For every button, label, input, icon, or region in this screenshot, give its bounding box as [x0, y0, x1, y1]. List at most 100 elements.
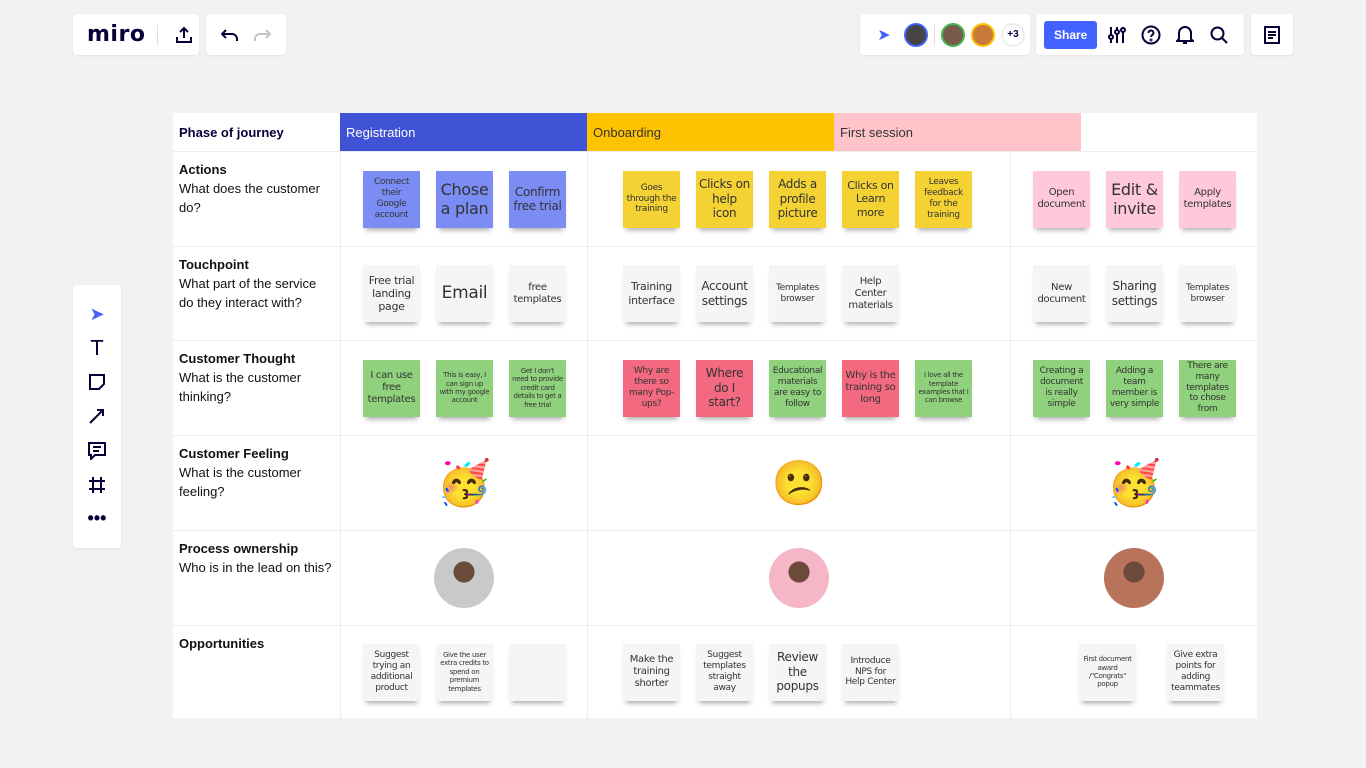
sticky-note[interactable]: Edit & invite [1106, 170, 1163, 228]
arrow-line-icon[interactable] [83, 402, 111, 430]
sticky-note[interactable]: Templates browser [1179, 265, 1236, 322]
sticky-note[interactable]: free templates [509, 265, 566, 322]
sticky-note[interactable]: Where do I start? [696, 359, 753, 417]
emoji-partying-icon: 🥳 [1106, 459, 1162, 508]
more-tools-icon[interactable]: ••• [83, 505, 111, 533]
sticky-note[interactable]: Sharing settings [1106, 265, 1163, 322]
sticky-note[interactable]: Open document [1033, 170, 1090, 228]
journey-row: Customer Thought What is the customer thi… [173, 340, 1257, 435]
phase-header-registration[interactable]: Registration [340, 113, 587, 151]
comment-icon[interactable] [83, 437, 111, 465]
help-icon[interactable] [1137, 21, 1165, 49]
cursor-follow-icon[interactable]: ➤ [870, 21, 898, 49]
sticky-note[interactable]: Adds a profile picture [769, 170, 826, 228]
share-button[interactable]: Share [1044, 20, 1098, 49]
collaborators-bar: ➤ +3 [860, 14, 1030, 55]
phase-cell: 😕 [587, 436, 1010, 530]
phase-cell: Suggest trying an additional product Give… [340, 626, 587, 718]
sticky-note[interactable]: I can use free templates [363, 359, 420, 417]
sticky-note[interactable]: Clicks on Learn more [842, 170, 899, 228]
journey-row: Touchpoint What part of the service do th… [173, 246, 1257, 340]
sticky-note[interactable]: This is easy, I can sign up with my goog… [436, 359, 493, 417]
top-left-toolbar: miro [73, 14, 199, 55]
notifications-bell-icon[interactable] [1171, 21, 1199, 49]
journey-row: Process ownership Who is in the lead on t… [173, 530, 1257, 625]
sticky-note[interactable]: Training interface [623, 265, 680, 322]
sticky-note[interactable]: Free trial landing page [363, 265, 420, 322]
sticky-note[interactable]: Suggest templates straight away [696, 643, 753, 701]
phase-cell: I can use free templates This is easy, I … [340, 341, 587, 435]
customer-journey-board[interactable]: Phase of journey Registration Onboarding Fi… [173, 113, 1257, 718]
sticky-note[interactable]: Suggest trying an additional product [363, 643, 420, 701]
sticky-note[interactable]: Templates browser [769, 265, 826, 322]
owner-avatar[interactable] [769, 548, 829, 608]
notes-panel-toolbar [1251, 14, 1293, 55]
sticky-note[interactable]: Educational materials are easy to follow [769, 359, 826, 417]
sticky-note[interactable]: Review the popups [769, 643, 826, 701]
row-subtitle: What is the customer thinking? [179, 370, 302, 404]
export-icon[interactable] [170, 21, 198, 49]
phase-cell: 🥳 [340, 436, 587, 530]
sticky-note[interactable]: Chose a plan [436, 170, 493, 228]
sticky-note[interactable]: Adding a team member is very simple [1106, 359, 1163, 417]
sticky-note[interactable]: Introduce NPS for Help Center [842, 643, 899, 701]
row-subtitle: What is the customer feeling? [179, 465, 302, 499]
sticky-note[interactable]: Why are there so many Pop-ups? [623, 359, 680, 417]
redo-icon[interactable] [248, 21, 276, 49]
sticky-note[interactable]: Goes through the training [623, 170, 680, 228]
divider [157, 24, 159, 45]
sticky-note[interactable]: Help Center materials [842, 265, 899, 322]
row-subtitle: Who is in the lead on this? [179, 560, 332, 575]
sticky-note[interactable]: Email [436, 265, 493, 322]
miro-logo[interactable]: miro [87, 22, 145, 47]
avatar[interactable] [971, 22, 995, 47]
avatar[interactable] [904, 22, 928, 47]
emoji-partying-icon: 🥳 [436, 459, 492, 508]
sticky-note[interactable]: First document award /"Congrats" popup [1079, 643, 1136, 701]
sticky-note[interactable]: Creating a document is really simple [1033, 359, 1090, 417]
row-label: Actions What does the customer do? [173, 152, 340, 246]
row-label: Opportunities [173, 626, 340, 718]
settings-sliders-icon[interactable] [1103, 21, 1131, 49]
sticky-note[interactable]: There are many templates to chose from [1179, 359, 1236, 417]
sticky-note[interactable]: Give the user extra credits to spend on … [436, 643, 493, 701]
sticky-note[interactable]: Give extra points for adding teammates [1167, 643, 1224, 701]
phase-cell [340, 531, 587, 625]
sticky-note[interactable]: Connect their Google account [363, 170, 420, 228]
frame-tool-icon[interactable] [83, 471, 111, 499]
phase-column-header: Phase of journey [179, 124, 284, 140]
sticky-note[interactable] [509, 643, 566, 701]
sticky-note[interactable]: Clicks on help icon [696, 170, 753, 228]
sticky-note[interactable]: I love all the template examples that I … [915, 359, 972, 417]
sticky-note[interactable]: Confirm free trial [509, 170, 566, 228]
sticky-note[interactable]: New document [1033, 265, 1090, 322]
select-cursor-icon[interactable]: ➤ [83, 300, 111, 328]
divider [934, 24, 935, 45]
sticky-note[interactable]: Why is the training so long [842, 359, 899, 417]
sticky-note[interactable]: Account settings [696, 265, 753, 322]
text-tool-icon[interactable]: T [83, 334, 111, 362]
sticky-note-icon[interactable] [83, 368, 111, 396]
phase-cell: Free trial landing page Email free templat… [340, 247, 587, 340]
row-title: Actions [179, 162, 227, 177]
owner-avatar[interactable] [434, 548, 494, 608]
phase-cell: Creating a document is really simple Addi… [1010, 341, 1257, 435]
avatar[interactable] [941, 22, 965, 47]
phase-cell: Goes through the training Clicks on help … [587, 152, 1010, 246]
search-icon[interactable] [1205, 21, 1233, 49]
row-title: Process ownership [179, 541, 299, 556]
sticky-note[interactable]: Get I don't need to provide credit card … [509, 359, 566, 417]
sticky-note[interactable]: Apply templates [1179, 170, 1236, 228]
phase-cell [587, 531, 1010, 625]
sticky-note[interactable]: Make the training shorter [623, 643, 680, 701]
phase-cell: First document award /"Congrats" popup Gi… [1010, 626, 1257, 718]
journey-row: Actions What does the customer do? Connect… [173, 151, 1257, 246]
more-collaborators-badge[interactable]: +3 [1001, 22, 1025, 47]
sticky-note[interactable]: Leaves feedback for the training [915, 170, 972, 228]
history-toolbar [206, 14, 286, 55]
phase-cell: Open document Edit & invite Apply template… [1010, 152, 1257, 246]
board-notes-icon[interactable] [1258, 21, 1286, 49]
phase-header-first-session[interactable]: First session [834, 113, 1081, 151]
undo-icon[interactable] [216, 21, 244, 49]
owner-avatar[interactable] [1104, 548, 1164, 608]
